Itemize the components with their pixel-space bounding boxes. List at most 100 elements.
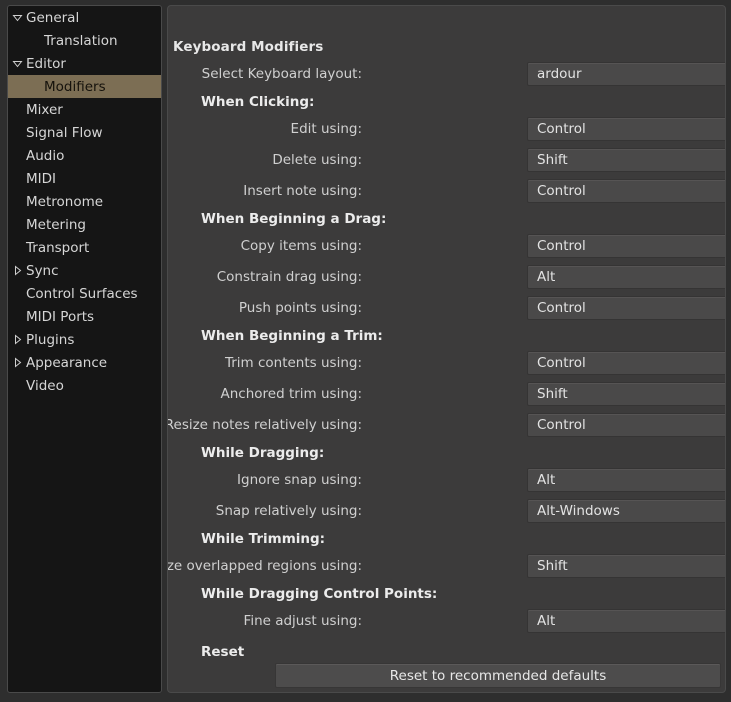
sidebar-item-sync[interactable]: Sync (8, 259, 161, 282)
setting-label: Trim contents using: (224, 355, 362, 371)
sidebar-item-midi[interactable]: MIDI (8, 167, 161, 190)
sidebar-item-label: Appearance (26, 354, 108, 371)
sidebar-item-transport[interactable]: Transport (8, 236, 161, 259)
sidebar-item-audio[interactable]: Audio (8, 144, 161, 167)
modifier-dropdown-value: Alt-Windows (537, 503, 620, 519)
sidebar-item-label: Metronome (26, 193, 104, 210)
settings-group-row: When Clicking: (168, 92, 725, 116)
sidebar-item-label: General (26, 9, 80, 26)
modifier-dropdown-value: Shift (537, 386, 568, 402)
sidebar-item-label: Modifiers (44, 78, 106, 95)
sidebar-item-label: Plugins (26, 331, 75, 348)
modifier-dropdown-value: ardour (537, 66, 582, 82)
chevron-down-icon[interactable] (8, 12, 26, 23)
settings-field-row: Edit using: Control (168, 116, 725, 147)
modifier-dropdown[interactable]: Control (527, 351, 725, 375)
page-title: Keyboard Modifiers (173, 39, 324, 55)
modifier-dropdown[interactable]: Shift (527, 554, 725, 578)
sidebar-item-label: Metering (26, 216, 86, 233)
sidebar-item-label: Sync (26, 262, 59, 279)
sidebar-item-editor[interactable]: Editor (8, 52, 161, 75)
modifier-dropdown[interactable]: Control (527, 234, 725, 258)
settings-group-heading: When Beginning a Drag: (201, 211, 387, 227)
settings-list: Select Keyboard layout: ardour When Clicki… (168, 61, 725, 639)
modifier-dropdown[interactable]: Shift (527, 382, 725, 406)
settings-field-row: Constrain drag using: Alt (168, 264, 725, 295)
sidebar-item-appearance[interactable]: Appearance (8, 351, 161, 374)
settings-group-heading: While Dragging: (201, 445, 325, 461)
settings-field-row: Delete using: Shift (168, 147, 725, 178)
sidebar-item-label: Mixer (26, 101, 63, 118)
sidebar-item-signal-flow[interactable]: Signal Flow (8, 121, 161, 144)
sidebar-item-plugins[interactable]: Plugins (8, 328, 161, 351)
settings-field-row: Resize notes relatively using: Control (168, 412, 725, 443)
setting-label: Fine adjust using: (243, 613, 362, 629)
modifier-dropdown[interactable]: Alt-Windows (527, 499, 725, 523)
reset-section-label: Reset (201, 644, 245, 660)
settings-field-row: Trim contents using: Control (168, 350, 725, 381)
settings-group-row: When Beginning a Drag: (168, 209, 725, 233)
sidebar-item-label: Transport (26, 239, 90, 256)
settings-field-row: Snap relatively using: Alt-Windows (168, 498, 725, 529)
sidebar-item-metronome[interactable]: Metronome (8, 190, 161, 213)
modifier-dropdown-value: Shift (537, 558, 568, 574)
modifier-dropdown-value: Control (537, 238, 586, 254)
chevron-right-icon[interactable] (8, 357, 26, 368)
modifier-dropdown-value: Control (537, 121, 586, 137)
sidebar-item-label: Translation (44, 32, 118, 49)
settings-group-heading: While Dragging Control Points: (201, 586, 438, 602)
settings-group-row: While Dragging Control Points: (168, 584, 725, 608)
sidebar-item-label: Audio (26, 147, 65, 164)
settings-field-row: Ignore snap using: Alt (168, 467, 725, 498)
sidebar-item-label: MIDI Ports (26, 308, 95, 325)
modifier-dropdown-value: Control (537, 355, 586, 371)
setting-label: Edit using: (290, 121, 362, 137)
settings-field-row: Fine adjust using: Alt (168, 608, 725, 639)
modifier-dropdown[interactable]: Alt (527, 468, 725, 492)
modifier-dropdown[interactable]: Control (527, 179, 725, 203)
sidebar-item-midi-ports[interactable]: MIDI Ports (8, 305, 161, 328)
setting-label: Constrain drag using: (216, 269, 362, 285)
sidebar-item-label: Video (26, 377, 64, 394)
sidebar-item-metering[interactable]: Metering (8, 213, 161, 236)
preferences-category-tree[interactable]: General Translation Editor Modifiers Mixer Si… (7, 5, 162, 693)
sidebar-item-general[interactable]: General (8, 6, 161, 29)
modifier-dropdown-value: Alt (537, 613, 556, 629)
setting-label: Ignore snap using: (237, 472, 362, 488)
chevron-right-icon[interactable] (8, 265, 26, 276)
settings-group-row: While Trimming: (168, 529, 725, 553)
settings-group-row: While Dragging: (168, 443, 725, 467)
modifier-dropdown[interactable]: ardour (527, 62, 725, 86)
chevron-right-icon[interactable] (8, 334, 26, 345)
modifier-dropdown-value: Shift (537, 152, 568, 168)
modifier-dropdown-value: Alt (537, 472, 556, 488)
setting-label: Push points using: (238, 300, 362, 316)
chevron-down-icon[interactable] (8, 58, 26, 69)
modifier-dropdown[interactable]: Control (527, 413, 725, 437)
sidebar-item-video[interactable]: Video (8, 374, 161, 397)
preferences-window: General Translation Editor Modifiers Mixer Si… (0, 0, 731, 702)
modifier-dropdown[interactable]: Control (527, 117, 725, 141)
sidebar-item-translation[interactable]: Translation (8, 29, 161, 52)
modifier-dropdown-value: Control (537, 417, 586, 433)
settings-group-heading: When Clicking: (201, 94, 315, 110)
sidebar-item-control-surfaces[interactable]: Control Surfaces (8, 282, 161, 305)
setting-label: Select Keyboard layout: (201, 66, 362, 82)
setting-label: Anchored trim using: (220, 386, 363, 402)
setting-label: Copy items using: (240, 238, 362, 254)
modifier-dropdown[interactable]: Alt (527, 609, 725, 633)
settings-field-row: Insert note using: Control (168, 178, 725, 209)
reset-to-defaults-button[interactable]: Reset to recommended defaults (275, 663, 721, 688)
setting-label: Insert note using: (243, 183, 362, 199)
modifier-dropdown[interactable]: Shift (527, 148, 725, 172)
setting-label: Resize overlapped regions using: (167, 558, 362, 574)
sidebar-item-label: MIDI (26, 170, 57, 187)
modifier-dropdown[interactable]: Alt (527, 265, 725, 289)
sidebar-item-mixer[interactable]: Mixer (8, 98, 161, 121)
sidebar-item-modifiers[interactable]: Modifiers (8, 75, 161, 98)
modifier-dropdown-value: Alt (537, 269, 556, 285)
modifier-dropdown[interactable]: Control (527, 296, 725, 320)
modifier-dropdown-value: Control (537, 183, 586, 199)
settings-field-row: Select Keyboard layout: ardour (168, 61, 725, 92)
setting-label: Resize notes relatively using: (167, 417, 362, 433)
